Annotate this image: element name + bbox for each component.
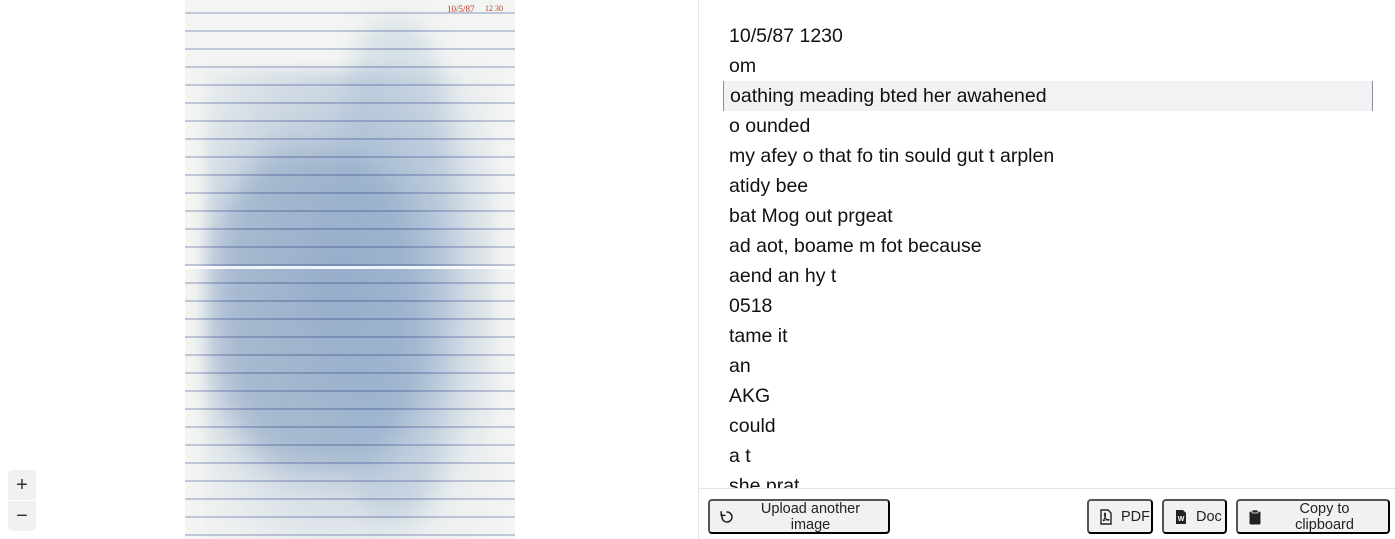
transcript-line[interactable]: ad aot, boame m fot because [723,231,1373,261]
transcript-line[interactable]: an [723,351,1373,381]
transcript-line[interactable]: could [723,411,1373,441]
transcript-line[interactable]: tame it [723,321,1373,351]
doc-label: Doc [1196,508,1222,525]
refresh-icon [719,509,735,525]
zoom-in-button[interactable]: + [8,470,36,500]
export-pdf-button[interactable]: PDF [1087,499,1153,534]
transcript-line[interactable]: 10/5/87 1230 [723,21,1373,51]
svg-text:W: W [1178,516,1185,523]
transcript-line[interactable]: she prat [723,471,1373,488]
transcript-line-active[interactable]: oathing meading bted her awahened [723,81,1373,111]
scanned-letter-image: 10/5/87 12 30 [185,0,515,539]
upload-label: Upload another image [760,500,861,533]
pdf-file-icon [1098,508,1114,525]
word-doc-icon: W [1173,509,1189,525]
transcript-line[interactable]: AKG [723,381,1373,411]
time-mark: 12 30 [485,4,503,13]
clipboard-icon [1247,508,1263,525]
app: 10/5/87 12 30 + − 10/5/87 1230 om oathing … [0,0,1395,539]
image-viewer[interactable]: 10/5/87 12 30 + − [0,0,699,539]
export-doc-button[interactable]: W Doc [1162,499,1227,534]
transcript-line[interactable]: aend an hy t [723,261,1373,291]
transcript-lines[interactable]: 10/5/87 1230 om oathing meading bted her a… [723,21,1373,488]
transcript-line[interactable]: o ounded [723,111,1373,141]
upload-another-image-button[interactable]: Upload another image [708,499,890,534]
transcript-line[interactable]: 0518 [723,291,1373,321]
pdf-label: PDF [1121,508,1150,525]
date-mark: 10/5/87 [447,4,475,14]
transcript-line[interactable]: a t [723,441,1373,471]
footer-toolbar: Upload another image PDF W Doc Copy to c… [699,488,1395,539]
copy-label: Copy to clipboard [1295,500,1354,533]
transcript-line[interactable]: my afey o that fo tin sould gut t arplen [723,141,1373,171]
transcript-pane: 10/5/87 1230 om oathing meading bted her a… [699,0,1395,539]
transcript-line[interactable]: atidy bee [723,171,1373,201]
transcript-line[interactable]: bat Mog out prgeat [723,201,1373,231]
zoom-out-button[interactable]: − [8,501,36,531]
copy-to-clipboard-button[interactable]: Copy to clipboard [1236,499,1390,534]
transcript-line[interactable]: om [723,51,1373,81]
